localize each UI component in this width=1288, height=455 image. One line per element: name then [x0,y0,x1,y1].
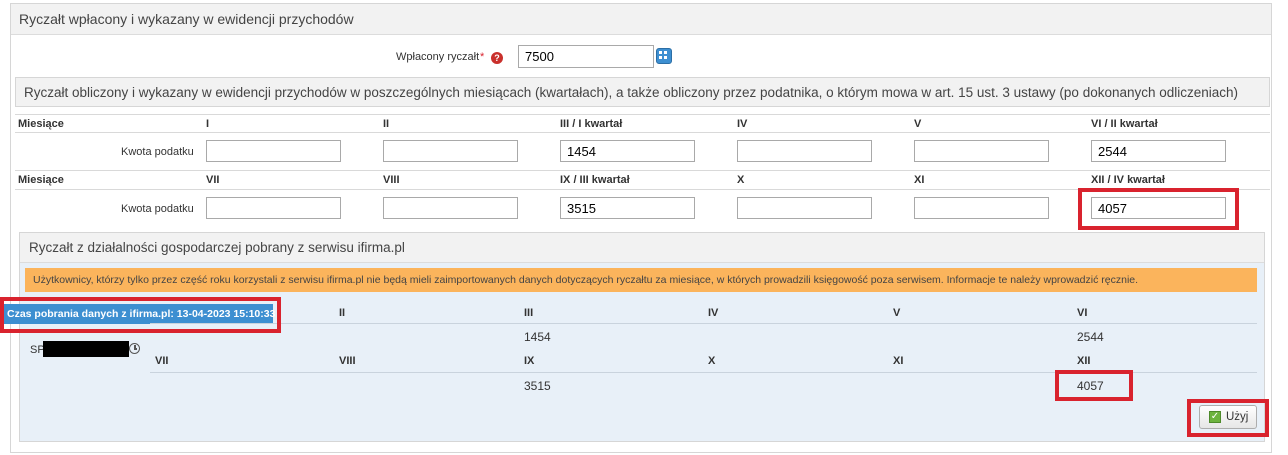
month-header-h2-4: XI [914,174,925,186]
tax-input-4[interactable] [914,140,1049,162]
months-label-1: Miesiące [18,118,64,130]
tax-input-3[interactable] [737,140,872,162]
computed-title: Ryczałt obliczony i wykazany w ewidencji… [24,85,1239,100]
month-header-1: II [383,118,390,130]
tax-input-2[interactable] [560,140,695,162]
calculator-icon[interactable] [656,48,672,64]
ifirma-value-0: 1454 [524,330,551,344]
ifirma-month-2: IV [708,307,719,319]
amount-label-2: Kwota podatku [121,203,194,215]
ifirma-month-h2-4: XI [893,355,904,367]
tax-input-h2-3[interactable] [737,197,872,219]
months-label-2: Miesiące [18,174,64,186]
month-header-3: IV [737,118,748,130]
month-header-5: VI / II kwartał [1091,118,1158,130]
ifirma-month-3: V [893,307,901,319]
month-header-0: I [206,118,210,130]
month-header-h2-2: IX / III kwartał [560,174,630,186]
warning-text: Użytkownicy, którzy tylko przez część ro… [33,274,1139,286]
ifirma-month-4: VI [1077,307,1088,319]
paid-input[interactable] [518,45,654,68]
redacted-name [43,341,129,357]
section-title: Ryczałt wpłacony i wykazany w ewidencji … [19,11,354,27]
paid-label: Wpłacony ryczałt [396,51,480,63]
month-header-h2-5: XII / IV kwartał [1091,174,1165,186]
ifirma-title: Ryczałt z działalności gospodarczej pobr… [29,240,405,255]
highlight-use-button [1187,399,1269,437]
ifirma-value-h2-0: 3515 [524,379,551,393]
month-header-4: V [914,118,922,130]
tax-input-h2-0[interactable] [206,197,341,219]
month-header-2: III / I kwartał [560,118,623,130]
ifirma-month-h2-2: IX [524,355,535,367]
required-mark: * [480,51,485,63]
tax-input-1[interactable] [383,140,518,162]
highlight-xii-input [1078,188,1239,230]
amount-label-1: Kwota podatku [121,146,194,158]
help-icon[interactable]: ? [491,52,503,64]
tax-input-h2-2[interactable] [560,197,695,219]
ifirma-month-h2-5: XII [1077,355,1091,367]
highlight-fetch-time [0,297,281,333]
ifirma-month-h2-0: VII [155,355,169,367]
month-header-h2-1: VIII [383,174,400,186]
ifirma-month-1: III [524,307,534,319]
clock-icon [129,343,140,354]
ifirma-month-h2-3: X [708,355,716,367]
tax-input-0[interactable] [206,140,341,162]
month-header-h2-3: X [737,174,745,186]
ifirma-month-0: II [339,307,346,319]
month-header-h2-0: VII [206,174,220,186]
tax-input-h2-1[interactable] [383,197,518,219]
highlight-xii-value [1055,370,1133,401]
tax-input-5[interactable] [1091,140,1226,162]
ifirma-value-1: 2544 [1077,330,1104,344]
ifirma-month-h2-1: VIII [339,355,356,367]
tax-input-h2-4[interactable] [914,197,1049,219]
